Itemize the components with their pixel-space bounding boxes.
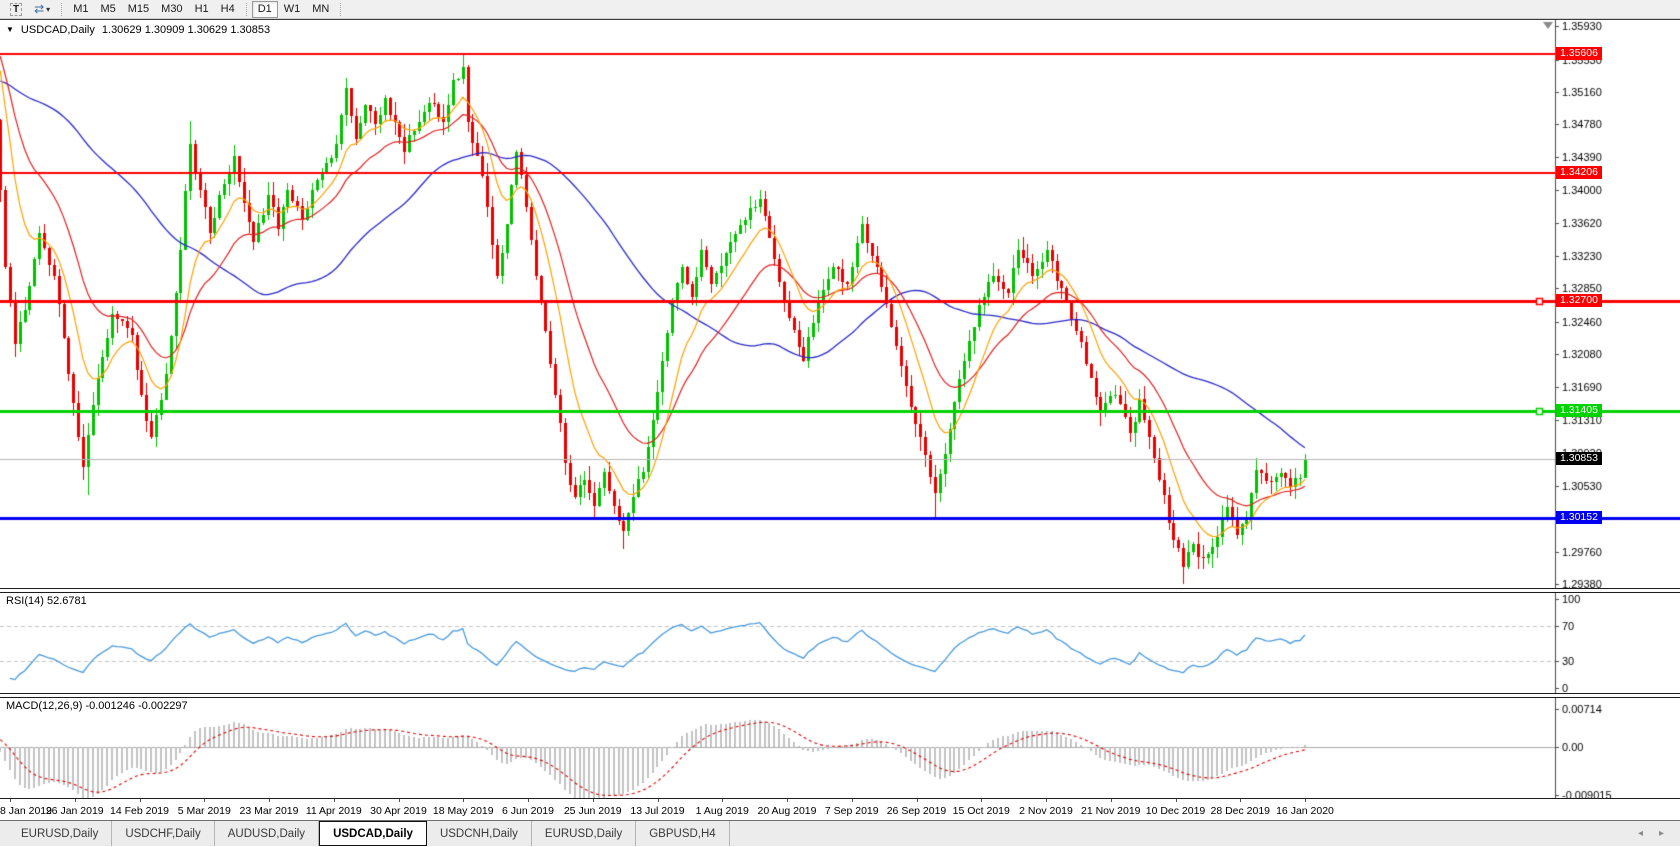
- macd-canvas[interactable]: [0, 698, 1680, 798]
- chart-tab-audusd-daily[interactable]: AUDUSD,Daily: [215, 821, 319, 846]
- date-label: 30 Apr 2019: [370, 805, 427, 817]
- date-label: 7 Sep 2019: [825, 805, 879, 817]
- timeframe-button-m30[interactable]: M30: [155, 1, 188, 18]
- tab-scroll-left-icon[interactable]: ◂: [1638, 828, 1643, 839]
- toolbar: T ⇄ ▾ M1M5M15M30H1H4 D1W1MN: [0, 0, 1680, 19]
- toolbar-separator: [246, 3, 247, 16]
- date-tick: [658, 799, 659, 802]
- rsi-panel: RSI(14) 52.6781: [0, 593, 1680, 693]
- date-tick: [463, 799, 464, 802]
- toolbar-separator: [61, 3, 62, 16]
- chart-tab-gbpusd-h4[interactable]: GBPUSD,H4: [636, 821, 729, 846]
- date-label: 5 Mar 2019: [178, 805, 231, 817]
- chart-tabbar: EURUSD,DailyUSDCHF,DailyAUDUSD,DailyUSDC…: [0, 821, 1680, 846]
- date-label: 21 Nov 2019: [1081, 805, 1141, 817]
- chart-tab-eurusd-daily[interactable]: EURUSD,Daily: [8, 821, 112, 846]
- rsi-label: RSI(14) 52.6781: [6, 595, 87, 607]
- date-tick: [917, 799, 918, 802]
- timeframe-button-mn[interactable]: MN: [306, 1, 335, 18]
- chart-tab-usdchf-daily[interactable]: USDCHF,Daily: [112, 821, 214, 846]
- chevron-down-icon: ▾: [46, 5, 50, 14]
- date-tick: [528, 799, 529, 802]
- main-price-panel: ▼ USDCAD,Daily 1.30629 1.30909 1.30629 1…: [0, 20, 1680, 588]
- date-tick: [10, 799, 11, 802]
- date-label: 28 Dec 2019: [1210, 805, 1270, 817]
- date-label: 1 Aug 2019: [696, 805, 749, 817]
- chart-window: ▼ USDCAD,Daily 1.30629 1.30909 1.30629 1…: [0, 19, 1680, 821]
- rsi-canvas[interactable]: [0, 593, 1680, 693]
- date-tick: [204, 799, 205, 802]
- date-tick: [787, 799, 788, 802]
- date-label: 8 Jan 2019: [0, 805, 52, 817]
- date-label: 25 Jun 2019: [564, 805, 622, 817]
- date-label: 6 Jun 2019: [502, 805, 554, 817]
- main-chart-canvas[interactable]: [0, 20, 1680, 588]
- timeframe-button-h4[interactable]: H4: [215, 1, 241, 18]
- date-tick: [334, 799, 335, 802]
- date-label: 2 Nov 2019: [1019, 805, 1073, 817]
- date-tick: [593, 799, 594, 802]
- chevron-down-icon: ▼: [6, 25, 14, 35]
- chart-tab-eurusd-daily[interactable]: EURUSD,Daily: [532, 821, 636, 846]
- date-label: 11 Apr 2019: [306, 805, 362, 817]
- timeframe-button-w1[interactable]: W1: [278, 1, 307, 18]
- date-label: 16 Jan 2020: [1276, 805, 1334, 817]
- date-tick: [1176, 799, 1177, 802]
- toolbar-separator: [340, 3, 341, 16]
- date-tick: [981, 799, 982, 802]
- date-tick: [399, 799, 400, 802]
- date-tick: [75, 799, 76, 802]
- date-axis[interactable]: 8 Jan 201926 Jan 2019 14 Feb 2019 5 Mar 20…: [0, 799, 1680, 821]
- date-label: 15 Oct 2019: [953, 805, 1010, 817]
- date-tick: [1305, 799, 1306, 802]
- date-label: 26 Jan 2019: [46, 805, 104, 817]
- tab-scroll-arrows: ◂ ▸: [1638, 821, 1664, 846]
- cycle-arrows-icon: ⇄: [34, 3, 44, 15]
- chart-symbol-label: USDCAD,Daily: [21, 24, 95, 36]
- tab-scroll-right-icon[interactable]: ▸: [1659, 828, 1664, 839]
- date-tick: [722, 799, 723, 802]
- timeframe-button-h1[interactable]: H1: [189, 1, 215, 18]
- chart-ohlc-values: 1.30629 1.30909 1.30629 1.30853: [102, 24, 270, 36]
- timeframe-group: M1M5M15M30H1H4 D1W1MN: [67, 1, 335, 18]
- text-tool-button[interactable]: T: [4, 1, 28, 18]
- date-label: 10 Dec 2019: [1146, 805, 1206, 817]
- date-tick: [1240, 799, 1241, 802]
- date-tick: [1046, 799, 1047, 802]
- date-label: 26 Sep 2019: [887, 805, 947, 817]
- chart-tab-usdcnh-daily[interactable]: USDCNH,Daily: [427, 821, 532, 846]
- chart-tab-usdcad-daily[interactable]: USDCAD,Daily: [319, 821, 427, 846]
- date-label: 14 Feb 2019: [110, 805, 169, 817]
- date-tick: [140, 799, 141, 802]
- date-tick: [1111, 799, 1112, 802]
- chart-tabbar-tabs: EURUSD,DailyUSDCHF,DailyAUDUSD,DailyUSDC…: [8, 821, 730, 846]
- timeframe-button-m15[interactable]: M15: [122, 1, 155, 18]
- text-tool-icon: T: [10, 3, 22, 16]
- date-label: 18 May 2019: [433, 805, 494, 817]
- chart-ohlc-title: ▼ USDCAD,Daily 1.30629 1.30909 1.30629 1…: [6, 24, 270, 36]
- macd-label: MACD(12,26,9) -0.001246 -0.002297: [6, 700, 188, 712]
- timeframe-button-m1[interactable]: M1: [67, 1, 94, 18]
- date-tick: [269, 799, 270, 802]
- date-tick: [852, 799, 853, 802]
- date-label: 23 Mar 2019: [240, 805, 299, 817]
- date-label: 20 Aug 2019: [758, 805, 817, 817]
- macd-panel: MACD(12,26,9) -0.001246 -0.002297: [0, 698, 1680, 799]
- timeframe-button-d1[interactable]: D1: [252, 1, 278, 18]
- date-label: 13 Jul 2019: [630, 805, 684, 817]
- timeframe-button-m5[interactable]: M5: [94, 1, 121, 18]
- cycle-symbols-button[interactable]: ⇄ ▾: [28, 1, 56, 18]
